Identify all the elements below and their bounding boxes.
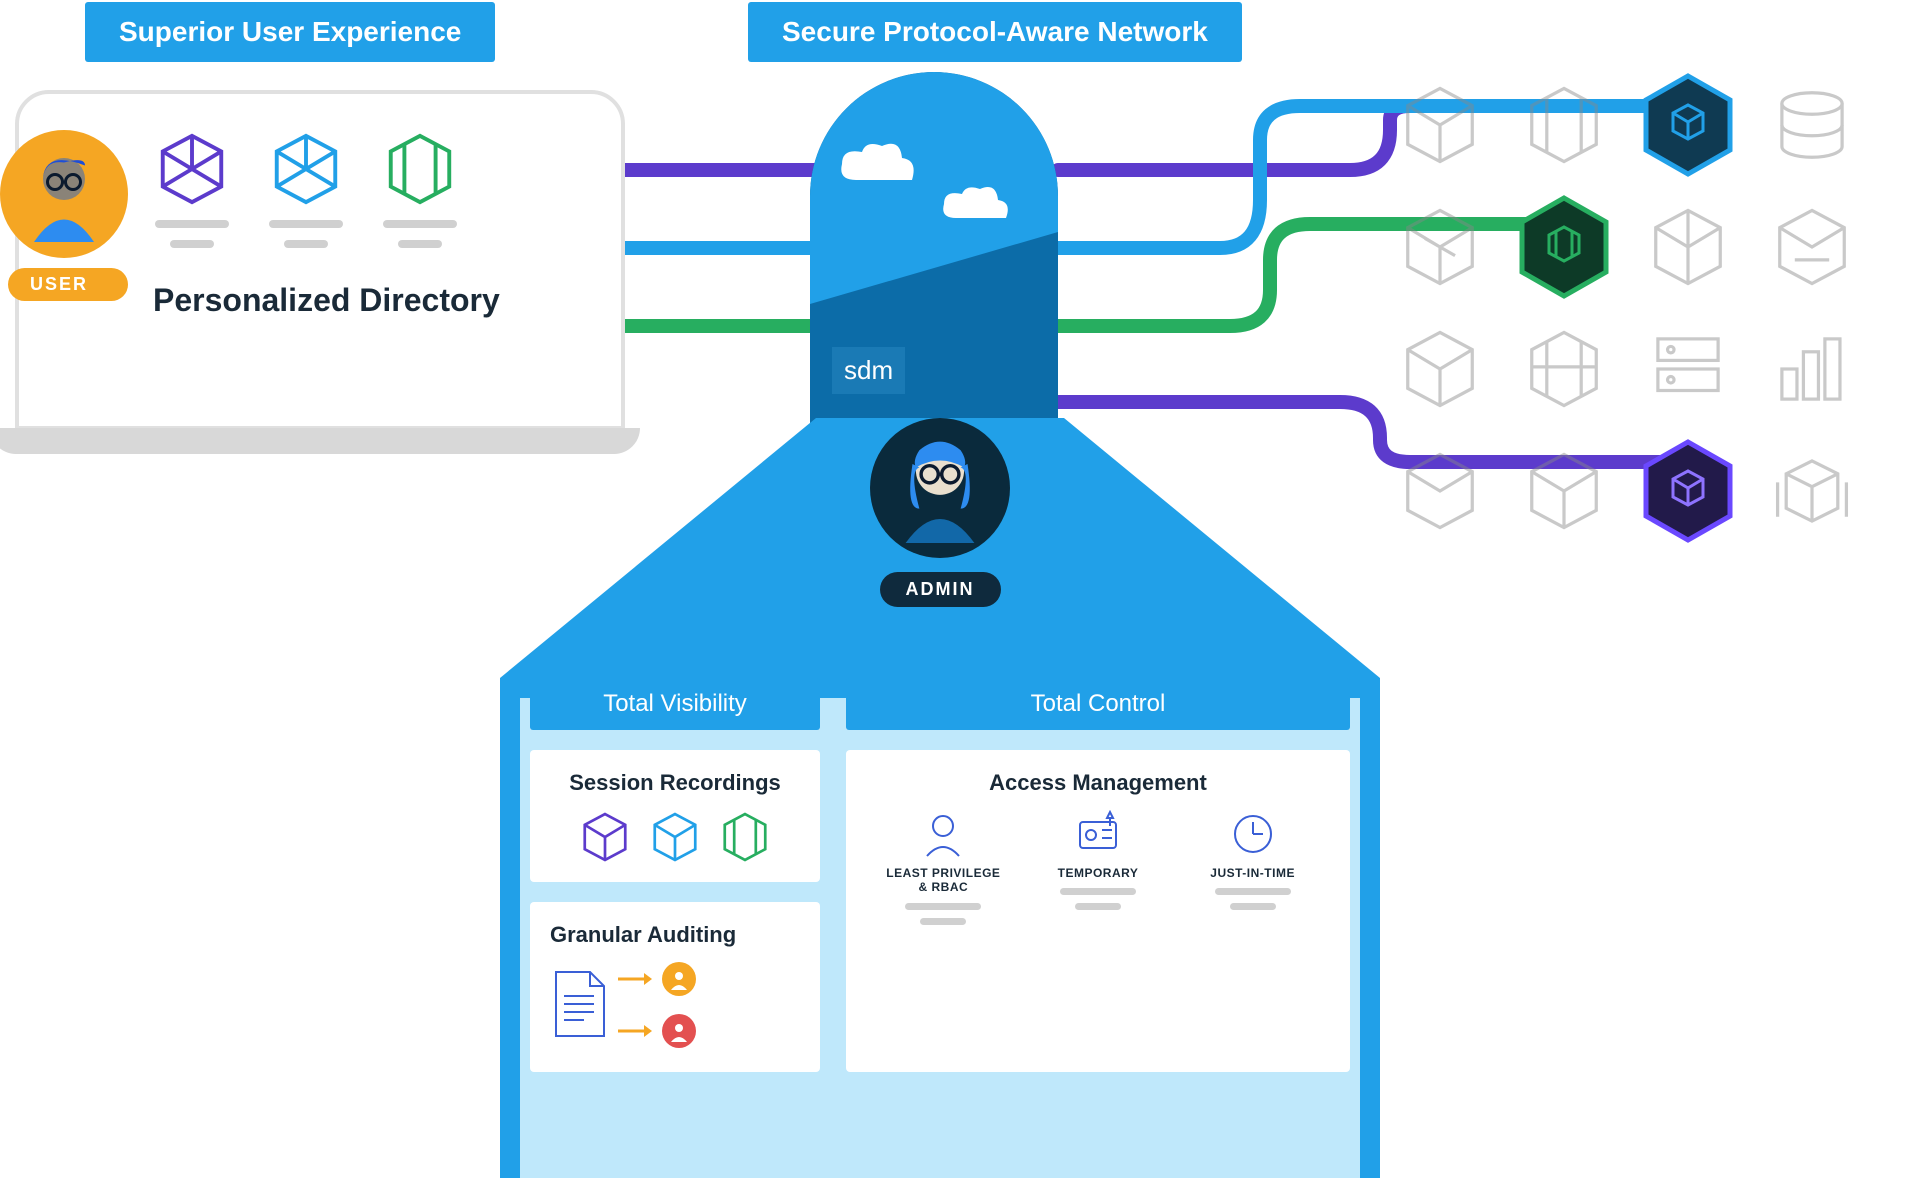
clock-icon — [1229, 810, 1277, 858]
user-badge: USER — [8, 268, 128, 301]
resource-cube-purple — [153, 130, 231, 248]
cube-icon — [381, 130, 459, 208]
brand-badge: sdm — [832, 347, 905, 394]
ghost-cube-icon — [1769, 204, 1855, 290]
user-avatar: USER — [0, 130, 128, 301]
audit-target-icon — [662, 1014, 696, 1048]
highlighted-resource-blue — [1642, 72, 1734, 178]
cloud-icon — [940, 184, 1012, 222]
access-item-jit: JUST-IN-TIME — [1193, 810, 1313, 925]
admin-badge: ADMIN — [880, 572, 1001, 607]
cube-icon — [578, 810, 632, 864]
highlighted-resource-purple — [1642, 438, 1734, 544]
cloud-icon — [836, 140, 918, 184]
arrow-icon — [618, 972, 652, 986]
auditing-title: Granular Auditing — [550, 922, 800, 948]
document-icon — [550, 970, 608, 1040]
person-icon — [885, 433, 995, 543]
ghost-cube-icon — [1521, 448, 1607, 534]
access-item-rbac: LEAST PRIVILEGE & RBAC — [883, 810, 1003, 925]
ghost-cube-icon — [1397, 326, 1483, 412]
ghost-cube-icon — [1769, 448, 1855, 534]
header-left: Superior User Experience — [85, 2, 495, 62]
id-badge-icon — [1074, 810, 1122, 858]
directory-title: Personalized Directory — [153, 282, 597, 319]
admin-avatar-circle — [870, 418, 1010, 558]
ghost-stack-icon — [1769, 82, 1855, 168]
admin-section: ADMIN Total Visibility Session Recording… — [500, 418, 1380, 1178]
ghost-cube-icon — [1397, 448, 1483, 534]
arrow-icon — [618, 1024, 652, 1038]
access-item-temporary: TEMPORARY — [1038, 810, 1158, 925]
resource-cube-blue — [267, 130, 345, 248]
network-arch: sdm — [810, 72, 1058, 432]
resource-cube-green — [381, 130, 459, 248]
person-badge-icon — [919, 810, 967, 858]
user-avatar-circle — [0, 130, 128, 258]
ghost-cube-icon — [1397, 82, 1483, 168]
session-title: Session Recordings — [550, 770, 800, 796]
ghost-server-icon — [1645, 326, 1731, 412]
granular-auditing-card: Granular Auditing — [530, 902, 820, 1072]
person-icon — [16, 146, 112, 242]
ghost-cube-icon — [1397, 204, 1483, 290]
ghost-cube-icon — [1521, 82, 1607, 168]
cube-icon — [153, 130, 231, 208]
access-management-card: Access Management LEAST PRIVILEGE & RBAC… — [846, 750, 1350, 1072]
cube-icon — [718, 810, 772, 864]
cube-icon — [648, 810, 702, 864]
access-title: Access Management — [866, 770, 1330, 796]
highlighted-resource-green — [1518, 194, 1610, 300]
ghost-grid-icon — [1521, 326, 1607, 412]
ghost-bars-icon — [1769, 326, 1855, 412]
resource-grid — [1380, 66, 1872, 550]
header-right: Secure Protocol-Aware Network — [748, 2, 1242, 62]
audit-target-icon — [662, 962, 696, 996]
ghost-cube-icon — [1645, 204, 1731, 290]
cube-icon — [267, 130, 345, 208]
visibility-header: Total Visibility — [530, 678, 820, 730]
session-recordings-card: Session Recordings — [530, 750, 820, 882]
control-header: Total Control — [846, 678, 1350, 730]
